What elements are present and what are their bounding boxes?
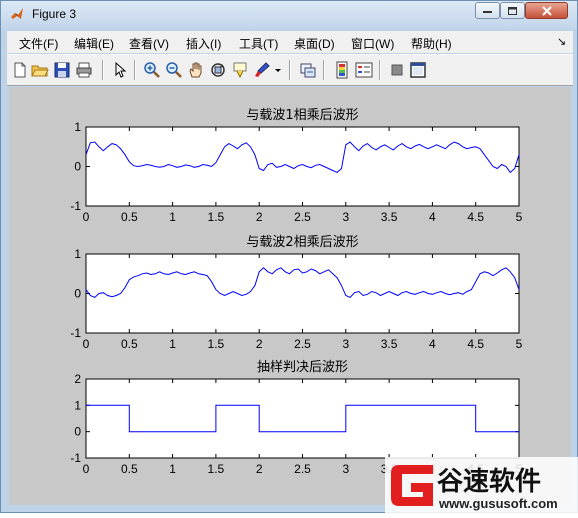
x-tick-label: 0 xyxy=(83,210,90,224)
y-tick-label: 1 xyxy=(74,247,81,261)
x-tick-label: 4 xyxy=(429,210,436,224)
x-tick-label: 1 xyxy=(169,337,176,351)
rotate-3d-icon[interactable] xyxy=(209,61,227,79)
save-icon[interactable] xyxy=(53,61,71,79)
x-tick-label: 1.5 xyxy=(208,210,225,224)
menu-bar: 文件(F) 编辑(E) 查看(V) 插入(I) 工具(T) 桌面(D) 窗口(W… xyxy=(7,31,573,53)
watermark-brand: 谷速软件 xyxy=(437,467,541,497)
y-tick-label: 1 xyxy=(74,398,81,412)
chart-title: 与载波1相乘后波形 xyxy=(246,108,358,123)
maximize-button[interactable] xyxy=(500,2,525,19)
x-tick-label: 1.5 xyxy=(208,337,225,351)
new-file-icon[interactable] xyxy=(11,61,29,79)
x-tick-label: 3.5 xyxy=(381,210,398,224)
plots-canvas: 0 0.5 1 1.5 2 2.5 3 3.5 4 4.5 510-1与载波1相乘后波形0 0.5 1 1… xyxy=(70,108,523,476)
toolbar-separator xyxy=(379,60,381,80)
axes-box[interactable] xyxy=(85,126,520,207)
y-tick-label: 2 xyxy=(74,372,81,386)
x-tick-label: 0.5 xyxy=(121,462,138,476)
window-title: Figure 3 xyxy=(32,7,77,21)
x-tick-label: 2.5 xyxy=(294,210,311,224)
y-tick-label: 1 xyxy=(74,120,81,134)
title-bar[interactable]: Figure 3 xyxy=(1,1,577,29)
zoom-out-icon[interactable] xyxy=(165,61,183,79)
menu-edit[interactable]: 编辑(E) xyxy=(74,35,114,52)
y-tick-label: 0 xyxy=(74,425,81,439)
x-tick-label: 5 xyxy=(516,337,523,351)
hide-plot-tools-icon[interactable] xyxy=(388,61,406,79)
x-tick-label: 0 xyxy=(83,337,90,351)
y-tick-label: 0 xyxy=(74,160,81,174)
show-plot-tools-icon[interactable] xyxy=(409,61,427,79)
zoom-in-icon[interactable] xyxy=(143,61,161,79)
x-tick-label: 2.5 xyxy=(294,462,311,476)
chart-title: 抽样判决后波形 xyxy=(257,360,348,375)
menu-file[interactable]: 文件(F) xyxy=(19,35,58,52)
menu-help[interactable]: 帮助(H) xyxy=(411,35,452,52)
menu-dock-arrow[interactable]: ↘ xyxy=(557,35,566,48)
colorbar-icon[interactable] xyxy=(333,61,351,79)
brush-dropdown-icon[interactable] xyxy=(273,61,283,79)
maximize-icon xyxy=(508,6,517,15)
pointer-icon[interactable] xyxy=(111,61,129,79)
x-tick-label: 1.5 xyxy=(208,462,225,476)
gusu-logo-icon: 谷速软件 www.gususoft.com xyxy=(385,457,578,514)
figure-window: Figure 3 文件(F) 编辑(E) 查看(V) 插入(I) 工具(T) 桌… xyxy=(0,0,578,514)
pan-hand-icon[interactable] xyxy=(187,61,205,79)
print-icon[interactable] xyxy=(75,61,93,79)
x-tick-label: 3 xyxy=(342,210,349,224)
minimize-icon xyxy=(483,10,492,13)
x-tick-label: 0 xyxy=(83,462,90,476)
toolbar-separator xyxy=(323,60,325,80)
y-tick-label: 0 xyxy=(74,287,81,301)
x-tick-label: 1 xyxy=(169,210,176,224)
toolbar-separator xyxy=(289,60,291,80)
x-tick-label: 2.5 xyxy=(294,337,311,351)
menu-insert[interactable]: 插入(I) xyxy=(186,35,221,52)
y-tick-label: -1 xyxy=(70,199,81,213)
toolbar-separator xyxy=(134,60,136,80)
x-tick-label: 2 xyxy=(256,210,263,224)
legend-icon[interactable] xyxy=(355,61,373,79)
close-icon xyxy=(541,5,552,16)
x-tick-label: 2 xyxy=(256,462,263,476)
open-folder-icon[interactable] xyxy=(31,61,49,79)
watermark-url: www.gususoft.com xyxy=(438,496,558,511)
x-tick-label: 4 xyxy=(429,337,436,351)
x-tick-label: 4.5 xyxy=(467,210,484,224)
x-tick-label: 0.5 xyxy=(121,210,138,224)
x-tick-label: 0.5 xyxy=(121,337,138,351)
matlab-icon xyxy=(11,8,23,19)
y-tick-label: -1 xyxy=(70,451,81,465)
y-tick-label: -1 xyxy=(70,326,81,340)
menu-desktop[interactable]: 桌面(D) xyxy=(294,35,335,52)
x-tick-label: 4.5 xyxy=(467,337,484,351)
x-tick-label: 3 xyxy=(342,337,349,351)
data-cursor-icon[interactable] xyxy=(231,61,249,79)
brush-icon[interactable] xyxy=(253,61,271,79)
link-plot-icon[interactable] xyxy=(299,61,317,79)
chart-title: 与载波2相乘后波形 xyxy=(246,235,358,250)
x-tick-label: 1 xyxy=(169,462,176,476)
x-tick-label: 2 xyxy=(256,337,263,351)
toolbar-separator xyxy=(102,60,104,80)
minimize-button[interactable] xyxy=(475,2,500,19)
x-tick-label: 3 xyxy=(342,462,349,476)
axes-box[interactable] xyxy=(85,378,520,459)
menu-tools[interactable]: 工具(T) xyxy=(239,35,278,52)
x-tick-label: 5 xyxy=(516,210,523,224)
figure-toolbar xyxy=(7,54,573,86)
menu-view[interactable]: 查看(V) xyxy=(129,35,169,52)
watermark-logo: 谷速软件 www.gususoft.com xyxy=(385,457,578,514)
close-button[interactable] xyxy=(525,2,568,19)
figure-canvas: 0 0.5 1 1.5 2 2.5 3 3.5 4 4.5 5 1 0 -1 与载波1相乘后波形 0 0.5 1 1… xyxy=(9,87,571,505)
menu-window[interactable]: 窗口(W) xyxy=(351,35,394,52)
x-tick-label: 3.5 xyxy=(381,337,398,351)
